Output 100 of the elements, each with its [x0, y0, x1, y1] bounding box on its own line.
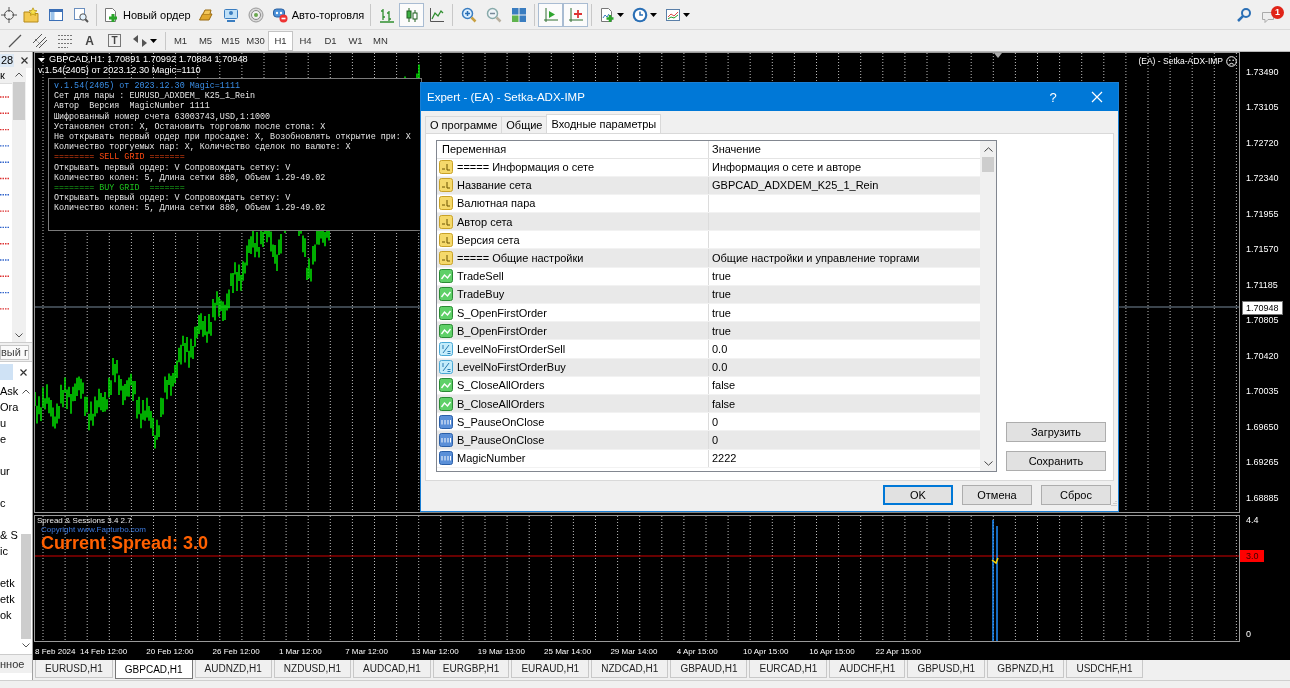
timeframe-button[interactable]: M1	[168, 30, 193, 51]
scroll-thumb[interactable]	[13, 82, 25, 120]
caret-icon[interactable]	[617, 12, 625, 17]
chevron-down-icon[interactable]	[15, 333, 23, 338]
timeframe-button[interactable]: M15	[218, 30, 243, 51]
parameter-name: Автор сета	[457, 215, 513, 228]
label-tool-button[interactable]: T	[102, 30, 127, 51]
tile-windows-icon[interactable]	[510, 6, 527, 23]
close-icon[interactable]	[21, 56, 29, 64]
dialog-button[interactable]: Отмена	[962, 485, 1032, 505]
dialog-button[interactable]: Загрузить	[1006, 422, 1106, 442]
chart-tab[interactable]: GBPNZD,H1	[987, 660, 1065, 678]
fibonacci-tool-icon[interactable]	[56, 32, 73, 49]
channel-tool-icon[interactable]	[31, 32, 48, 49]
navigator-item[interactable]: etk	[0, 575, 20, 591]
chevron-down-icon[interactable]	[983, 461, 993, 466]
chevron-down-icon[interactable]	[21, 643, 30, 648]
parameter-value: Общие настройки и управление торгами	[712, 252, 920, 265]
chart-tab[interactable]: EURGBP,H1	[432, 660, 510, 678]
chart-toggle-button[interactable]	[563, 2, 589, 27]
caret-icon[interactable]	[683, 12, 691, 17]
chart-template-icon[interactable]	[665, 6, 682, 23]
magnifier-window-icon[interactable]	[72, 6, 89, 23]
dialog-tab[interactable]: Входные параметры	[546, 114, 662, 133]
monitor-person-icon[interactable]	[223, 6, 240, 23]
navigator-item[interactable]: Ora	[0, 399, 20, 415]
timeframe-button[interactable]: M30	[243, 30, 268, 51]
chart-tab[interactable]: GBPUSD,H1	[907, 660, 986, 678]
info-line: Шифрованный номер счета 63003743,USD,1:1000	[54, 111, 272, 122]
timeframe-button[interactable]: MN	[368, 30, 393, 51]
chart-tab[interactable]: NZDCAD,H1	[591, 660, 669, 678]
navigator-item[interactable]: Ask	[0, 383, 20, 399]
star-folder-icon[interactable]	[22, 6, 39, 23]
caret-icon[interactable]	[149, 38, 157, 43]
chevron-up-icon[interactable]	[15, 72, 23, 77]
dialog-tab[interactable]: Общие	[501, 116, 548, 133]
dialog-title: Expert - (EA) - Setka-ADX-IMP	[427, 91, 585, 103]
text-tool-button[interactable]: A	[77, 30, 102, 51]
dialog-tab[interactable]: О программе	[425, 116, 503, 133]
close-icon[interactable]	[20, 368, 27, 376]
ingot-stack-icon[interactable]	[198, 6, 215, 23]
chart-tab[interactable]: NZDUSD,H1	[273, 660, 352, 678]
navigator-item[interactable]: etk	[0, 591, 20, 607]
chat-bubble-icon[interactable]	[1262, 9, 1276, 23]
chart-tab[interactable]: GBPAUD,H1	[670, 660, 748, 678]
navigator-item[interactable]: ur	[0, 463, 20, 479]
chart-tab[interactable]: AUDNZD,H1	[194, 660, 272, 678]
crosshair-icon[interactable]	[1, 6, 17, 23]
auto-trading-button[interactable]: Авто-торговля	[268, 2, 368, 27]
signal-icon[interactable]	[248, 6, 265, 23]
scale-label: 0	[1246, 629, 1251, 640]
expert-name: (EA) - Setka-ADX-IMP	[1138, 56, 1223, 67]
line-tool-icon[interactable]	[6, 32, 23, 49]
arrows-tool-icon[interactable]	[131, 32, 148, 49]
chart-tab[interactable]: EURUSD,H1	[35, 660, 113, 678]
chart-tab[interactable]: USDCHF,H1	[1066, 660, 1143, 678]
dialog-button[interactable]: Сброс	[1041, 485, 1111, 505]
timeframe-button[interactable]: H1	[268, 30, 293, 51]
price-label: 1.70805	[1246, 315, 1280, 326]
navigator-item[interactable]: u	[0, 415, 20, 431]
new-order-button[interactable]: Новый ордер	[100, 2, 194, 27]
navigator-item[interactable]: c	[0, 495, 20, 511]
scroll-thumb[interactable]	[982, 157, 994, 172]
chart-type-button[interactable]	[399, 2, 425, 27]
caret-icon[interactable]	[650, 12, 658, 17]
search-icon[interactable]	[1235, 6, 1252, 23]
parameter-name: Валютная пара	[457, 197, 536, 210]
candlestick-icon	[403, 6, 420, 23]
dialog-button[interactable]: OK	[883, 485, 953, 505]
chart-tab[interactable]: AUDCAD,H1	[353, 660, 431, 678]
scrollbar[interactable]	[12, 68, 26, 342]
parameter-value: 0.0	[712, 342, 728, 355]
chart-tab[interactable]: EURCAD,H1	[749, 660, 828, 678]
resize-grip-icon[interactable]	[1111, 500, 1117, 506]
navigator-item[interactable]: ic	[0, 543, 20, 559]
navigator-item[interactable]: e	[0, 431, 20, 447]
help-button[interactable]: ?	[1038, 83, 1068, 111]
panel-tab[interactable]: вый г	[0, 344, 29, 360]
zoom-in-icon[interactable]	[460, 6, 477, 23]
new-chart-icon[interactable]	[599, 6, 616, 23]
chart-tab[interactable]: EURAUD,H1	[511, 660, 590, 678]
chart-tab[interactable]: AUDCHF,H1	[829, 660, 906, 678]
timeframe-button[interactable]: M5	[193, 30, 218, 51]
chart-tab[interactable]: GBPCAD,H1	[114, 660, 193, 679]
dialog-button[interactable]: Сохранить	[1006, 451, 1106, 471]
navigator-item[interactable]: ok	[0, 607, 20, 623]
chevron-up-icon[interactable]	[983, 147, 993, 152]
scroll-thumb[interactable]	[20, 534, 31, 639]
timeframe-button[interactable]: H4	[293, 30, 318, 51]
chart-toggle-button[interactable]	[538, 2, 564, 27]
window-icon[interactable]	[47, 6, 64, 23]
clock-icon[interactable]	[632, 6, 649, 23]
scrollbar[interactable]	[980, 141, 996, 471]
chevron-up-icon[interactable]	[21, 389, 30, 394]
caret-icon[interactable]	[38, 57, 45, 62]
timeframe-button[interactable]: W1	[343, 30, 368, 51]
navigator-item[interactable]: & S	[0, 527, 20, 543]
parameter-value: true	[712, 324, 731, 337]
parameter-value: true	[712, 306, 731, 319]
timeframe-button[interactable]: D1	[318, 30, 343, 51]
